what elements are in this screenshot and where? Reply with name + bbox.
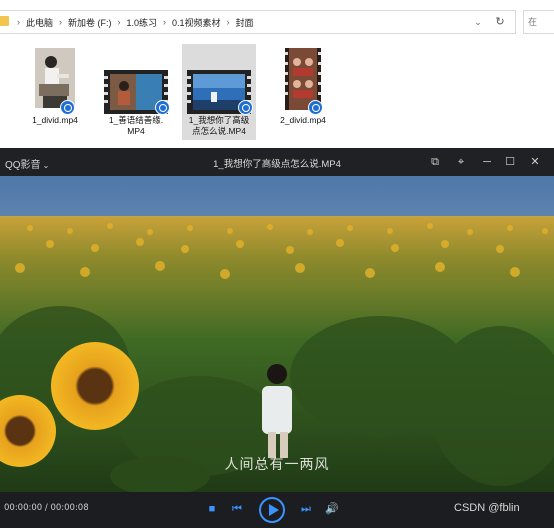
video-frame[interactable]: 人间总有一两风 bbox=[0, 176, 554, 492]
chevron-right-icon: › bbox=[163, 17, 167, 27]
prev-icon[interactable]: ⏮ bbox=[229, 501, 245, 517]
maximize-icon[interactable]: ☐ bbox=[502, 154, 518, 170]
video-subtitle: 人间总有一两风 bbox=[224, 457, 330, 473]
refresh-icon[interactable]: ↻ bbox=[493, 14, 507, 30]
file-name: 2_divid.mp4 bbox=[280, 115, 326, 125]
play-icon[interactable] bbox=[259, 497, 285, 523]
close-icon[interactable]: ✕ bbox=[527, 154, 543, 170]
folder-icon bbox=[0, 16, 9, 26]
qq-player-icon bbox=[238, 100, 253, 115]
video-thumbnail bbox=[35, 48, 75, 108]
player-titlebar[interactable]: QQ影音 ⌄ 1_我想你了高级点怎么说.MP4 ⧉ ⌖ ─ ☐ ✕ bbox=[0, 148, 554, 176]
qq-player-window: QQ影音 ⌄ 1_我想你了高级点怎么说.MP4 ⧉ ⌖ ─ ☐ ✕ 人间总有一两… bbox=[0, 148, 554, 528]
breadcrumb-this-pc[interactable]: 此电脑 bbox=[23, 16, 56, 29]
chevron-right-icon: › bbox=[59, 17, 63, 27]
stop-icon[interactable]: ■ bbox=[204, 501, 220, 517]
file-name: 1_我想你了高级 点怎么说.MP4 bbox=[188, 115, 250, 136]
file-item-selected[interactable]: 1_我想你了高级 点怎么说.MP4 bbox=[182, 44, 256, 140]
file-item[interactable]: 2_divid.mp4 bbox=[266, 44, 340, 140]
breadcrumb-drive[interactable]: 新加卷 (F:) bbox=[65, 16, 115, 29]
breadcrumb: › 此电脑 › 新加卷 (F:) › 1.0练习 › 0.1视频素材 › 封面 bbox=[14, 11, 257, 33]
search-input[interactable]: 在 bbox=[523, 10, 554, 34]
pin-icon[interactable]: ⌖ bbox=[453, 154, 469, 170]
chevron-right-icon: › bbox=[17, 17, 20, 27]
player-controls: 00:00:00 / 00:00:08 ■ ⏮ ⏭ 🔊 CSDN @fblin bbox=[0, 492, 554, 528]
video-title: 1_我想你了高级点怎么说.MP4 bbox=[213, 159, 341, 170]
pip-icon[interactable]: ⧉ bbox=[427, 154, 443, 170]
minimize-icon[interactable]: ─ bbox=[479, 154, 495, 170]
qq-player-icon bbox=[308, 100, 323, 115]
watermark: CSDN @fblin bbox=[454, 502, 520, 514]
timecode: 00:00:00 / 00:00:08 bbox=[4, 503, 89, 513]
qq-player-icon bbox=[155, 100, 170, 115]
file-explorer: › 此电脑 › 新加卷 (F:) › 1.0练习 › 0.1视频素材 › 封面 … bbox=[0, 0, 554, 148]
file-name: 1_善语结善缘. MP4 bbox=[108, 115, 164, 136]
file-item[interactable]: 1_善语结善缘. MP4 bbox=[99, 44, 173, 140]
next-icon[interactable]: ⏭ bbox=[298, 501, 314, 517]
file-item[interactable]: 1_divid.mp4 bbox=[18, 44, 92, 140]
breadcrumb-practice[interactable]: 1.0练习 bbox=[124, 16, 161, 29]
chevron-right-icon: › bbox=[117, 17, 121, 27]
breadcrumb-cover[interactable]: 封面 bbox=[233, 16, 257, 29]
breadcrumb-video-material[interactable]: 0.1视频素材 bbox=[169, 16, 224, 29]
qq-player-icon bbox=[60, 100, 75, 115]
address-bar[interactable]: › 此电脑 › 新加卷 (F:) › 1.0练习 › 0.1视频素材 › 封面 … bbox=[0, 10, 516, 34]
file-name: 1_divid.mp4 bbox=[32, 115, 78, 125]
chevron-down-icon[interactable]: ⌄ bbox=[471, 14, 485, 30]
volume-icon[interactable]: 🔊 bbox=[324, 501, 340, 517]
chevron-right-icon: › bbox=[226, 17, 230, 27]
